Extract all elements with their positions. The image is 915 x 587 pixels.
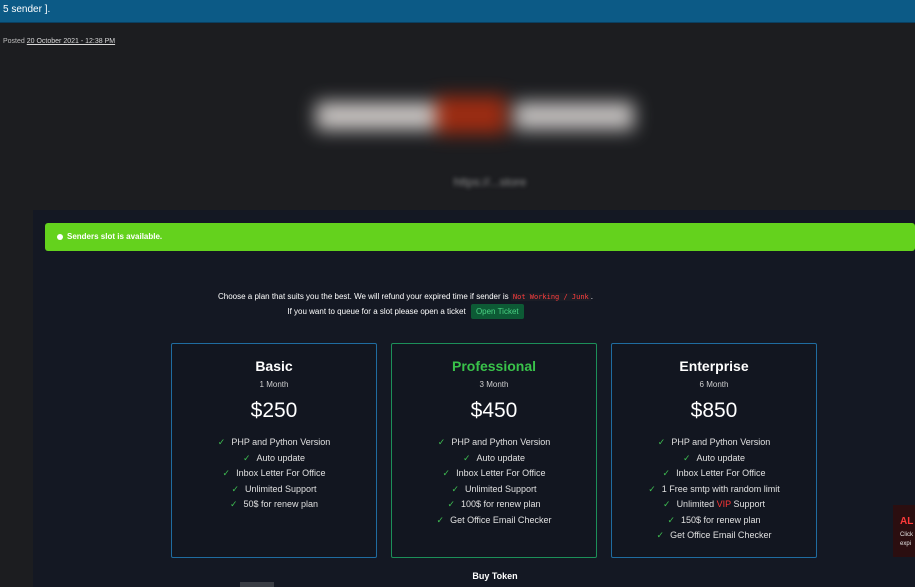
- alert-toast[interactable]: AL Click expi: [893, 505, 915, 557]
- feature-item: ✓ 100$ for renew plan: [447, 499, 541, 509]
- vip-highlight: VIP: [716, 499, 731, 509]
- check-icon: ✓: [222, 468, 231, 478]
- check-icon: ✓: [657, 437, 666, 447]
- status-dot-icon: [57, 234, 63, 240]
- check-icon: ✓: [217, 437, 226, 447]
- horizontal-scrollbar-thumb[interactable]: [240, 582, 274, 587]
- check-icon: ✓: [682, 452, 691, 463]
- check-icon: ✓: [437, 437, 446, 447]
- feature-item: ✓ Auto update: [462, 452, 526, 463]
- feature-item: ✓ 1 Free smtp with random limit: [648, 483, 780, 494]
- plan-card-professional[interactable]: Professional 3 Month $450 ✓ PHP and Pytho…: [391, 343, 597, 558]
- alert-message: Senders slot is available.: [67, 232, 163, 241]
- toast-title: AL: [900, 516, 914, 527]
- window-title: 5 sender ].: [3, 4, 51, 15]
- toast-body: Click expi: [900, 532, 913, 547]
- post-date-link[interactable]: 20 October 2021 - 12:38 PM: [27, 38, 115, 45]
- refund-condition-code: Not Working / Junk: [510, 293, 591, 301]
- feature-item: ✓ 50$ for renew plan: [229, 499, 319, 509]
- blurred-url-text: https://...store: [453, 175, 527, 189]
- feature-item: ✓ Auto update: [242, 452, 306, 463]
- availability-alert: Senders slot is available.: [45, 223, 915, 251]
- check-icon: ✓: [229, 499, 238, 509]
- blurred-logo-image: [310, 88, 642, 146]
- plan-price: $250: [250, 399, 298, 422]
- feature-item: ✓ Auto update: [682, 452, 746, 463]
- check-icon: ✓: [447, 499, 455, 509]
- feature-item: ✓ Inbox Letter For Office: [442, 468, 546, 478]
- feature-item: ✓ PHP and Python Version: [437, 437, 551, 447]
- feature-item: ✓ Get Office Email Checker: [436, 514, 552, 525]
- feature-list: ✓ PHP and Python Version ✓ Auto update ✓ In…: [612, 435, 816, 544]
- plan-period: 3 Month: [479, 380, 509, 389]
- feature-list: ✓ PHP and Python Version ✓ Auto update ✓ In…: [392, 435, 596, 528]
- intro-line1-suffix: .: [590, 292, 593, 301]
- plan-card-enterprise[interactable]: Enterprise 6 Month $850 ✓ PHP and Python …: [611, 343, 817, 558]
- plan-price: $850: [690, 399, 738, 422]
- feature-item: ✓ 150$ for renew plan: [667, 514, 761, 525]
- plan-period: 1 Month: [259, 380, 289, 389]
- check-icon: ✓: [231, 483, 239, 494]
- check-icon: ✓: [656, 530, 665, 540]
- plan-name: Enterprise: [679, 358, 749, 374]
- feature-item: ✓ Inbox Letter For Office: [662, 468, 766, 478]
- feature-item: ✓ Unlimited Support: [231, 483, 317, 494]
- check-icon: ✓: [242, 452, 251, 463]
- check-icon: ✓: [662, 468, 671, 478]
- feature-item: ✓ Unlimited Support: [451, 483, 537, 494]
- posted-label: Posted: [3, 38, 25, 45]
- plan-name: Professional: [451, 358, 537, 374]
- feature-item: ✓ Unlimited VIP Support: [663, 499, 765, 509]
- check-icon: ✓: [462, 452, 471, 463]
- open-ticket-button[interactable]: Open Ticket: [470, 304, 524, 319]
- buy-token-button[interactable]: Buy Token: [460, 571, 530, 581]
- plan-name: Basic: [255, 358, 293, 374]
- plan-intro: Choose a plan that suits you the best. W…: [33, 290, 778, 319]
- check-icon: ✓: [442, 468, 451, 478]
- feature-item: ✓ PHP and Python Version: [217, 437, 331, 447]
- feature-item: ✓ PHP and Python Version: [657, 437, 771, 447]
- plan-card-basic[interactable]: Basic 1 Month $250 ✓ PHP and Python Versi…: [171, 343, 377, 558]
- plan-price: $450: [470, 399, 518, 422]
- plan-period: 6 Month: [699, 380, 729, 389]
- intro-line2: If you want to queue for a slot please o…: [287, 307, 466, 316]
- check-icon: ✓: [667, 514, 675, 525]
- feature-item: ✓ Inbox Letter For Office: [222, 468, 326, 478]
- feature-item: ✓ Get Office Email Checker: [656, 530, 772, 540]
- feature-list: ✓ PHP and Python Version ✓ Auto update ✓ In…: [172, 435, 376, 513]
- check-icon: ✓: [436, 514, 445, 525]
- check-icon: ✓: [663, 499, 671, 509]
- check-icon: ✓: [648, 483, 656, 494]
- post-meta: Posted 20 October 2021 - 12:38 PM: [3, 38, 115, 45]
- intro-line1: Choose a plan that suits you the best. W…: [218, 292, 509, 301]
- check-icon: ✓: [451, 483, 459, 494]
- window-title-bar: 5 sender ].: [0, 0, 915, 23]
